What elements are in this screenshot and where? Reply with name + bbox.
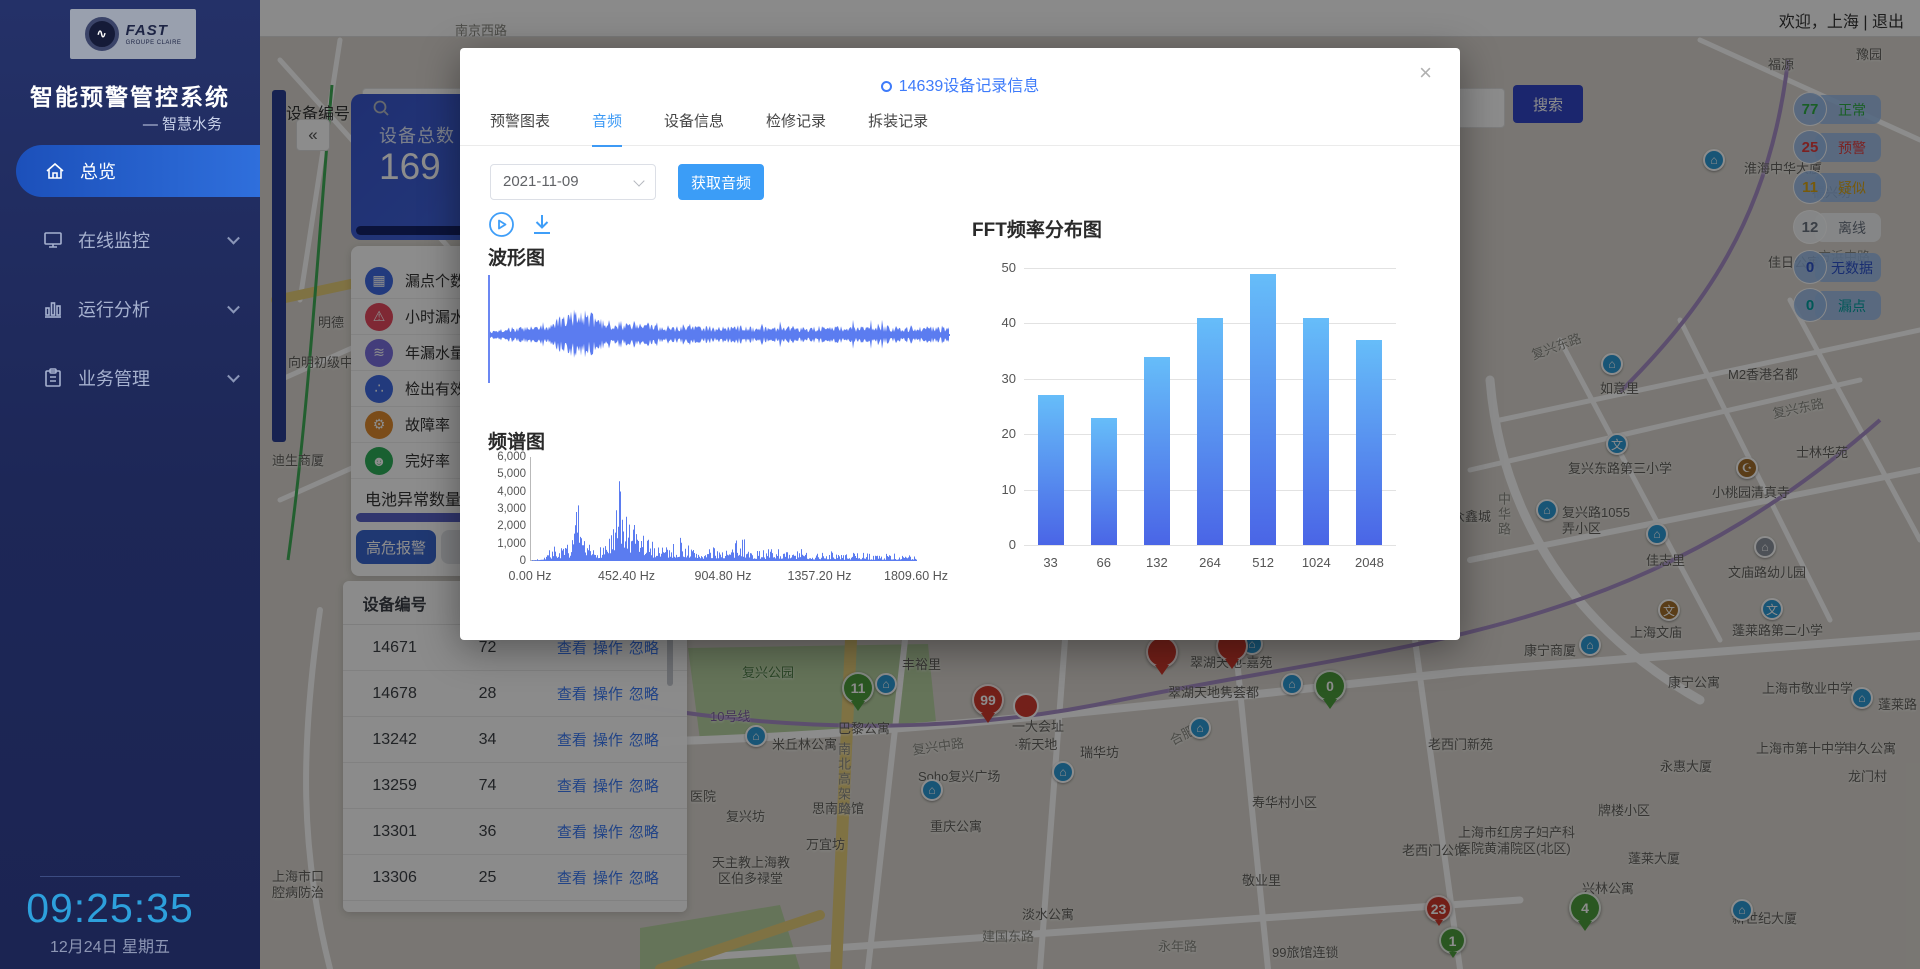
sidebar-item-business[interactable]: 业务管理 xyxy=(0,352,260,404)
logo-sub-text: GROUPE CLAIRE xyxy=(126,40,182,46)
spectrum-y-tick: 5,000 xyxy=(488,468,526,480)
fft-y-tick: 0 xyxy=(978,537,1016,552)
sidebar-item-online-monitor[interactable]: 在线监控 xyxy=(0,214,260,266)
sidebar-item-analysis[interactable]: 运行分析 xyxy=(0,283,260,335)
waveform-chart-title: 波形图 xyxy=(488,243,545,270)
date-select-value: 2021-11-09 xyxy=(503,173,579,190)
logo-brand-text: FAST xyxy=(126,23,182,38)
fft-x-tick: 66 xyxy=(1096,555,1110,570)
chevron-down-icon xyxy=(227,301,240,314)
fft-x-tick: 33 xyxy=(1043,555,1057,570)
tab-device-info[interactable]: 设备信息 xyxy=(664,110,724,147)
sidebar-item-label: 业务管理 xyxy=(78,365,150,391)
sidebar-item-label: 运行分析 xyxy=(78,296,150,322)
fft-y-tick: 30 xyxy=(978,371,1016,386)
tab-audio[interactable]: 音频 xyxy=(592,110,622,147)
fft-x-tick: 1024 xyxy=(1302,555,1331,570)
fft-x-tick: 512 xyxy=(1252,555,1274,570)
spectrum-y-tick: 6,000 xyxy=(488,451,526,463)
spectrum-x-tick: 1809.60 Hz xyxy=(884,569,948,583)
fft-y-tick: 50 xyxy=(978,260,1016,275)
fft-bar-2048 xyxy=(1356,340,1382,545)
fft-y-tick: 20 xyxy=(978,426,1016,441)
fft-bar-1024 xyxy=(1303,318,1329,545)
chevron-down-icon xyxy=(227,370,240,383)
fft-chart-title: FFT频率分布图 xyxy=(972,215,1102,242)
sidebar-item-label: 总览 xyxy=(80,158,116,184)
clock-divider xyxy=(40,876,180,877)
download-audio-icon[interactable] xyxy=(529,211,555,243)
logo-waveform-icon: ∿ xyxy=(85,17,119,51)
app-root: ∿ FAST GROUPE CLAIRE 智能预警管控系统 — 智慧水务 总览 … xyxy=(0,0,1920,969)
waveform-chart xyxy=(488,273,950,385)
tab-disassembly-records[interactable]: 拆装记录 xyxy=(868,110,928,147)
clock-date: 12月24日 星期五 xyxy=(0,933,220,957)
chevron-down-icon xyxy=(227,232,240,245)
spectrum-y-tick: 0 xyxy=(488,555,526,567)
spectrum-y-tick: 4,000 xyxy=(488,486,526,498)
fft-x-tick: 132 xyxy=(1146,555,1168,570)
company-logo: ∿ FAST GROUPE CLAIRE xyxy=(70,9,196,59)
system-subtitle: — 智慧水务 xyxy=(143,113,222,134)
spectrum-x-tick: 904.80 Hz xyxy=(695,569,752,583)
close-icon[interactable]: × xyxy=(1419,62,1432,84)
fft-bar-33 xyxy=(1038,395,1064,545)
date-select[interactable]: 2021-11-09 xyxy=(490,164,656,200)
fft-bar-132 xyxy=(1144,357,1170,545)
sidebar: ∿ FAST GROUPE CLAIRE 智能预警管控系统 — 智慧水务 总览 … xyxy=(0,0,260,969)
spectrum-x-tick: 1357.20 Hz xyxy=(788,569,852,583)
spectrum-chart-title: 频谱图 xyxy=(488,427,545,454)
fft-bar-264 xyxy=(1197,318,1223,545)
gridline xyxy=(1024,268,1396,269)
tab-repair-records[interactable]: 检修记录 xyxy=(766,110,826,147)
sidebar-item-overview[interactable]: 总览 xyxy=(16,145,260,197)
fft-x-tick: 2048 xyxy=(1355,555,1384,570)
device-record-modal: 14639设备记录信息 × 预警图表 音频 设备信息 检修记录 拆装记录 202… xyxy=(460,48,1460,640)
monitor-icon xyxy=(42,229,64,251)
modal-title: 14639设备记录信息 xyxy=(460,72,1460,96)
gridline xyxy=(1024,545,1396,546)
fft-x-tick: 264 xyxy=(1199,555,1221,570)
spectrum-x-tick: 452.40 Hz xyxy=(598,569,655,583)
home-icon xyxy=(44,160,66,182)
fft-y-tick: 40 xyxy=(978,315,1016,330)
sidebar-item-label: 在线监控 xyxy=(78,227,150,253)
fft-y-tick: 10 xyxy=(978,482,1016,497)
tab-warning-chart[interactable]: 预警图表 xyxy=(490,110,550,147)
fetch-audio-button[interactable]: 获取音频 xyxy=(678,164,764,200)
fft-bar-chart: 0 10 20 30 40 50 33 66 132 264 512 1024 2048 xyxy=(978,262,1408,572)
clock-time: 09:25:35 xyxy=(0,885,220,932)
chevron-down-icon xyxy=(633,175,644,186)
fft-bar-66 xyxy=(1091,418,1117,545)
spectrum-y-tick: 1,000 xyxy=(488,538,526,550)
record-circle-icon xyxy=(881,81,892,92)
modal-tabs: 预警图表 音频 设备信息 检修记录 拆装记录 xyxy=(490,110,928,147)
sidebar-menu: 总览 在线监控 运行分析 业务管理 xyxy=(0,145,260,421)
spectrum-y-tick: 2,000 xyxy=(488,520,526,532)
bar-chart-icon xyxy=(42,298,64,320)
play-audio-icon[interactable] xyxy=(488,211,515,243)
clipboard-icon xyxy=(42,367,64,389)
spectrum-x-tick: 0.00 Hz xyxy=(508,569,551,583)
system-title: 智能预警管控系统 xyxy=(0,78,260,112)
fft-bar-512 xyxy=(1250,274,1276,545)
spectrum-chart: 6,000 5,000 4,000 3,000 2,000 1,000 0 0.00 Hz 4… xyxy=(488,453,948,593)
spectrum-y-tick: 3,000 xyxy=(488,503,526,515)
